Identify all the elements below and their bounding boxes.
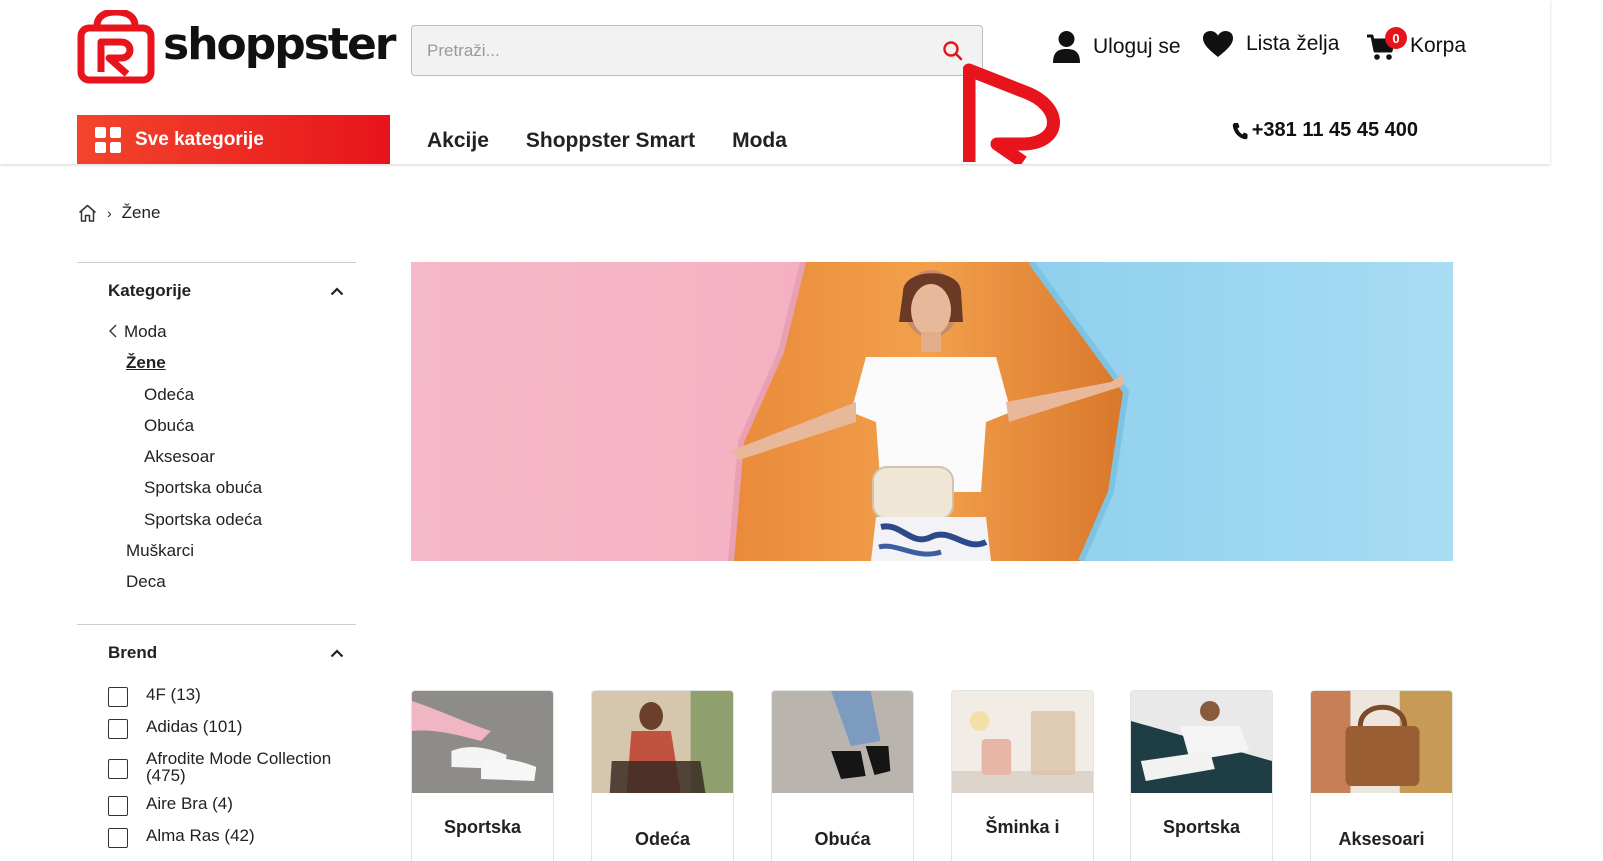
brand-wordmark: shoppster — [163, 18, 396, 70]
category-item-sportska-obuca[interactable]: Sportska obuća — [77, 476, 356, 507]
brand-list: 4F (13) Adidas (101) Afrodite Mode Colle… — [77, 686, 356, 848]
category-card[interactable]: Sportska — [411, 690, 554, 861]
card-image-clothing — [592, 691, 733, 793]
card-image-sneakers — [412, 691, 553, 793]
hero-banner[interactable] — [411, 262, 1453, 561]
home-icon[interactable] — [78, 204, 97, 222]
category-item-odeca[interactable]: Odeća — [77, 383, 356, 414]
all-categories-label: Sve kategorije — [135, 128, 264, 150]
card-title: Obuća — [814, 829, 871, 849]
brand-checkbox[interactable] — [108, 687, 128, 707]
search-bar — [411, 25, 983, 76]
nav-item-shoppster-smart[interactable]: Shoppster Smart — [526, 129, 695, 153]
category-item-deca[interactable]: Deca — [77, 570, 356, 601]
category-item-moda[interactable]: Moda — [77, 320, 356, 351]
category-item-aksesoar[interactable]: Aksesoar — [77, 445, 356, 476]
card-title: Aksesoari — [1338, 829, 1425, 849]
phone-number: +381 11 45 45 400 — [1251, 119, 1418, 141]
chevron-up-icon[interactable] — [330, 286, 344, 296]
shopping-bag-logo-icon — [77, 10, 155, 84]
phone-icon — [1232, 122, 1248, 139]
brand-checkbox[interactable] — [108, 828, 128, 848]
grid-icon — [95, 126, 121, 153]
category-card[interactable]: Obuća — [771, 690, 914, 861]
cart-count-badge: 0 — [1385, 27, 1407, 49]
card-title: Sportska — [1162, 817, 1241, 837]
login-link[interactable]: Uloguj se — [1052, 30, 1181, 63]
category-item-sportska-odeca[interactable]: Sportska odeća — [77, 508, 356, 539]
breadcrumb: › Žene — [78, 203, 160, 223]
main-nav: Akcije Shoppster Smart Moda — [427, 129, 787, 153]
nav-item-akcije[interactable]: Akcije — [427, 129, 489, 153]
brand-filter: Brend 4F (13) Adidas (101) Afrodite Mode… — [77, 624, 356, 861]
categories-filter: Kategorije Moda Žene Odeća Obuća Aksesoa… — [77, 262, 356, 624]
site-header: shoppster Uloguj se Lista želja 0 — [0, 0, 1550, 164]
category-item-muskarci[interactable]: Muškarci — [77, 539, 356, 570]
user-icon — [1053, 31, 1080, 63]
brand-checkbox[interactable] — [108, 719, 128, 739]
all-categories-button[interactable]: Sve kategorije — [77, 115, 390, 164]
login-label: Uloguj se — [1093, 34, 1181, 58]
category-card[interactable]: Sportska — [1130, 690, 1273, 861]
category-card[interactable]: Aksesoari — [1310, 690, 1453, 861]
categories-title: Kategorije — [108, 281, 192, 300]
card-image-heels — [772, 691, 913, 793]
card-image-sportswear — [1131, 691, 1272, 793]
chevron-right-icon: › — [107, 205, 112, 221]
brand-item[interactable]: Aire Bra (4) — [77, 795, 356, 816]
categories-filter-header[interactable]: Kategorije — [77, 263, 356, 301]
card-title: Šminka i — [985, 817, 1060, 837]
shoppster-logo[interactable]: shoppster — [77, 10, 396, 84]
brand-title: Brend — [108, 643, 158, 662]
banner-image — [411, 262, 1453, 561]
cart-link[interactable]: 0 Korpa — [1366, 27, 1467, 62]
brand-item[interactable]: Afrodite Mode Collection (475) — [77, 750, 356, 784]
category-list: Moda Žene Odeća Obuća Aksesoar Sportska … — [77, 320, 356, 602]
phone-contact[interactable]: +381 11 45 45 400 — [1232, 119, 1418, 142]
wishlist-link[interactable]: Lista želja — [1202, 30, 1339, 58]
wishlist-label: Lista želja — [1246, 32, 1340, 55]
breadcrumb-current: Žene — [121, 203, 161, 222]
card-image-handbag — [1311, 691, 1452, 793]
brand-checkbox[interactable] — [108, 759, 128, 779]
card-image-makeup — [952, 691, 1093, 793]
heart-icon — [1203, 31, 1233, 57]
brand-filter-header[interactable]: Brend — [77, 625, 356, 663]
card-title: Sportska — [443, 817, 522, 837]
chevron-up-icon[interactable] — [330, 648, 344, 658]
cart-label: Korpa — [1410, 34, 1467, 57]
card-title: Odeća — [634, 829, 691, 849]
category-card[interactable]: Odeća — [591, 690, 734, 861]
category-card[interactable]: Šminka i — [951, 690, 1094, 861]
search-icon[interactable] — [942, 40, 964, 62]
category-item-zene[interactable]: Žene — [77, 351, 356, 382]
brand-item[interactable]: 4F (13) — [77, 686, 356, 707]
brand-checkbox[interactable] — [108, 796, 128, 816]
brand-item[interactable]: Adidas (101) — [77, 718, 356, 739]
brand-arrow-mark-icon — [963, 63, 1060, 164]
nav-item-moda[interactable]: Moda — [732, 129, 787, 153]
category-item-obuca[interactable]: Obuća — [77, 414, 356, 445]
search-input[interactable] — [412, 26, 982, 75]
chevron-left-icon — [109, 324, 117, 338]
brand-item[interactable]: Alma Ras (42) — [77, 827, 356, 848]
